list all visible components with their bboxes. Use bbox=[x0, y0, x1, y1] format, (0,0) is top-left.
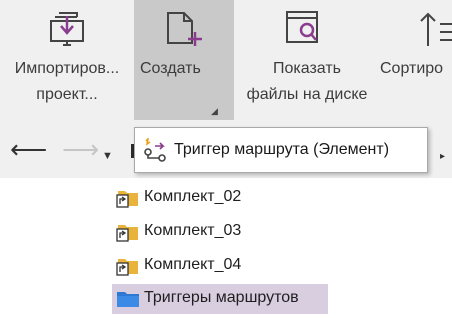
create-label: Создать bbox=[140, 60, 201, 77]
sort-button[interactable]: Сортиро bbox=[380, 0, 452, 120]
show-files-on-disk-button[interactable]: Показать файлы на диске bbox=[234, 0, 380, 120]
tree-item-label: Комплект_02 bbox=[144, 188, 242, 205]
ribbon-toolbar: Импортиров... проект... Создать ◢ Показа… bbox=[0, 0, 452, 120]
sort-label: Сортиро bbox=[380, 60, 444, 77]
menu-item-label: Триггер маршрута (Элемент) bbox=[174, 141, 390, 158]
import-project-icon bbox=[49, 10, 85, 53]
tree-item-label: Комплект_04 bbox=[144, 256, 242, 273]
import-project-button[interactable]: Импортиров... проект... bbox=[0, 0, 134, 120]
route-trigger-icon bbox=[143, 136, 167, 167]
tree-item-route-triggers[interactable]: Триггеры маршрутов bbox=[112, 284, 328, 314]
show-files-icon bbox=[285, 10, 323, 53]
menu-item-route-trigger[interactable]: Триггер маршрута (Элемент) bbox=[135, 128, 427, 172]
sort-icon bbox=[418, 10, 452, 53]
create-button[interactable]: Создать ◢ bbox=[134, 0, 234, 120]
tree-item-label: Комплект_03 bbox=[144, 222, 242, 239]
chevron-right-icon[interactable]: ▸ bbox=[440, 144, 445, 170]
show-files-label: Показать файлы на диске bbox=[246, 60, 368, 103]
forward-arrow-icon[interactable]: ⟶ bbox=[62, 136, 99, 162]
folder-shortcut-icon bbox=[116, 256, 140, 281]
blue-folder-icon bbox=[116, 289, 140, 314]
folder-shortcut-icon bbox=[116, 188, 140, 213]
create-dropdown-arrow[interactable]: ◢ bbox=[211, 106, 218, 117]
folder-shortcut-icon bbox=[116, 222, 140, 247]
import-project-label: Импортиров... проект... bbox=[14, 60, 120, 103]
create-dropdown-menu: Триггер маршрута (Элемент) bbox=[134, 127, 428, 173]
back-arrow-icon[interactable]: ⟵ bbox=[10, 136, 47, 162]
tree-item-label: Триггеры маршрутов bbox=[144, 289, 299, 306]
history-dropdown-icon[interactable]: ▼ bbox=[102, 143, 113, 169]
new-item-icon bbox=[164, 10, 204, 53]
